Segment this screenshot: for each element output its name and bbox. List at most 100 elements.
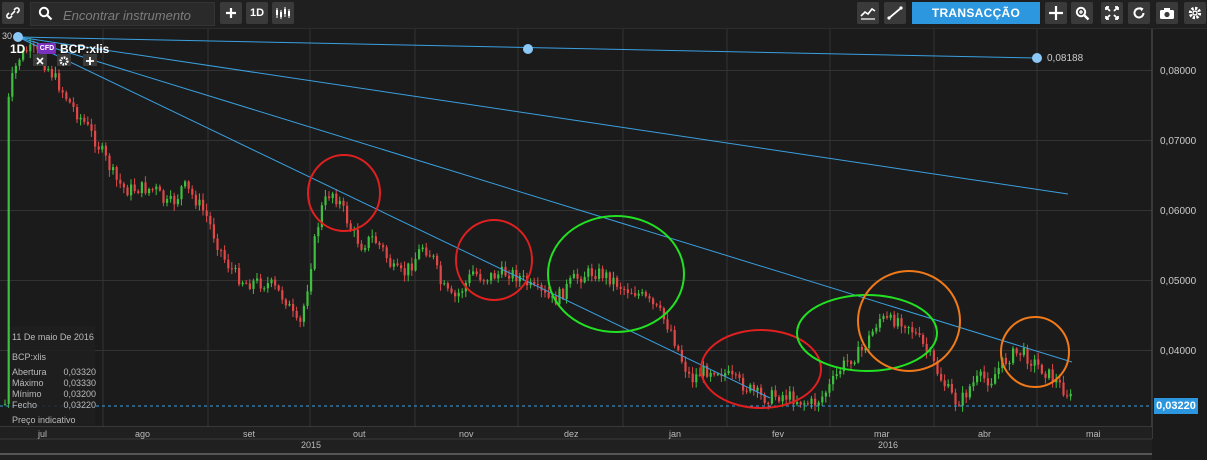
candle-body [367, 236, 370, 249]
add-indicator-icon[interactable] [83, 54, 97, 66]
refresh-icon[interactable] [1128, 2, 1150, 24]
candle-body [335, 193, 338, 205]
settings-icon[interactable] [1184, 2, 1206, 24]
candle-body [716, 374, 719, 376]
candle-body [648, 296, 651, 299]
trendline [17, 36, 1073, 363]
close-icon[interactable] [33, 54, 47, 66]
candle-body [695, 374, 698, 383]
year-label: 2016 [878, 440, 899, 450]
fullscreen-icon[interactable] [1101, 2, 1123, 24]
candle-body [187, 181, 190, 189]
candle-body [947, 384, 950, 387]
candle-body [97, 146, 100, 150]
candle-body [965, 392, 968, 398]
candle-body [565, 283, 568, 299]
candle-body [868, 335, 871, 349]
price-chart[interactable] [0, 29, 1207, 460]
candle-body [900, 318, 903, 327]
candle-body [810, 398, 813, 404]
candle-body [1044, 373, 1047, 378]
candle-body [659, 305, 662, 309]
candle-body [1048, 369, 1051, 378]
candle-body [846, 360, 849, 362]
candle-body [346, 205, 349, 224]
candle-body [76, 106, 79, 120]
candle-body [727, 370, 730, 374]
link-icon[interactable] [2, 2, 24, 24]
info-date: 11 De maio De 2016 [12, 332, 94, 342]
candle-body [418, 249, 421, 259]
candles-icon[interactable] [272, 2, 294, 24]
candle-body [277, 285, 280, 291]
candle-body [475, 271, 478, 275]
candle-body [799, 402, 802, 405]
info-note: Preço indicativo [12, 415, 76, 425]
candle-body [443, 283, 446, 285]
candle-body [140, 182, 143, 194]
trade-button[interactable]: TRANSACÇÃO [912, 2, 1040, 24]
candle-body [439, 265, 442, 285]
candle-body [25, 50, 28, 52]
candle-body [83, 117, 86, 122]
candle-body [828, 384, 831, 393]
candle-body [338, 200, 341, 205]
candle-body [112, 167, 115, 171]
candle-body [410, 263, 413, 271]
year-label: 2015 [301, 440, 322, 450]
candle-body [806, 403, 809, 405]
search-box[interactable] [30, 2, 215, 26]
candle-body [850, 361, 853, 365]
crosshair-icon[interactable] [1045, 2, 1067, 24]
add-icon[interactable] [220, 2, 242, 24]
interval-button[interactable]: 1D [246, 2, 268, 24]
candle-body [252, 280, 255, 290]
candle-body [641, 292, 644, 294]
candle-body [893, 314, 896, 327]
info-value: 0,03220 [63, 400, 96, 410]
gear-icon[interactable] [57, 54, 71, 66]
candle-body [500, 266, 503, 275]
candle-body [184, 181, 187, 187]
candle-body [1026, 347, 1029, 364]
chart-interval: 1D [10, 42, 26, 56]
candle-body [598, 268, 601, 280]
search-input[interactable] [61, 5, 213, 25]
candle-body [1033, 359, 1036, 366]
candle-body [914, 332, 917, 334]
candle-body [68, 99, 71, 103]
candle-body [220, 249, 223, 251]
chart-area[interactable] [0, 29, 1207, 460]
candle-body [821, 396, 824, 403]
zoom-icon[interactable] [1071, 2, 1093, 24]
trendline-handle [523, 44, 533, 54]
candle-body [281, 290, 284, 300]
trendline [17, 36, 771, 399]
info-label: Máximo [12, 378, 44, 388]
candle-body [155, 186, 158, 190]
info-symbol: BCP:xlis [12, 352, 47, 362]
x-tick: dez [564, 429, 579, 439]
candle-body [1008, 363, 1011, 365]
candle-body [436, 255, 439, 266]
camera-icon[interactable] [1156, 2, 1178, 24]
candle-body [270, 279, 273, 284]
candle-body [230, 268, 233, 270]
drawing-icon[interactable] [884, 2, 906, 24]
candle-body [925, 343, 928, 352]
candle-body [497, 274, 500, 279]
indicators-icon[interactable] [857, 2, 879, 24]
candle-body [986, 378, 989, 386]
candle-body [115, 167, 118, 180]
candle-body [616, 277, 619, 287]
candle-body [90, 124, 93, 131]
trendline-handle [1032, 53, 1042, 63]
candle-body [14, 65, 17, 74]
candle-body [961, 392, 964, 406]
candle-body [457, 292, 460, 297]
candle-body [148, 188, 151, 194]
info-value: 0,03320 [63, 367, 96, 377]
candle-body [119, 179, 122, 184]
candle-body [479, 274, 482, 281]
candle-body [655, 304, 658, 306]
